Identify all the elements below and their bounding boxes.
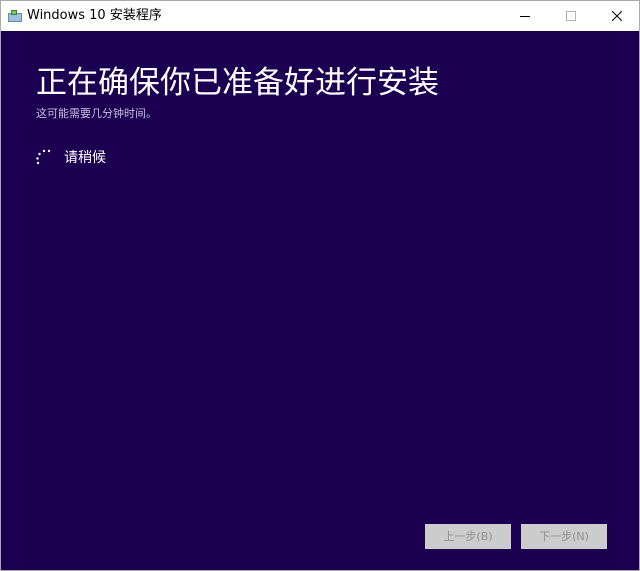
maximize-button[interactable] [548,1,594,31]
setup-window: Windows 10 安装程序 正在确保你已准备好进行安装 这可能需要几分钟时间… [0,0,640,571]
minimize-icon [520,16,530,17]
back-button[interactable]: 上一步(B) [425,524,511,549]
setup-app-icon [8,10,22,22]
close-icon [612,11,622,21]
window-title: Windows 10 安装程序 [27,8,162,23]
page-subheading: 这可能需要几分钟时间。 [36,107,157,120]
loading-spinner-icon [36,149,51,165]
status-text: 请稍候 [64,150,106,166]
close-button[interactable] [594,1,639,31]
minimize-button[interactable] [502,1,548,31]
next-button[interactable]: 下一步(N) [521,524,607,549]
maximize-icon [566,11,576,21]
title-bar[interactable]: Windows 10 安装程序 [1,1,639,31]
page-heading: 正在确保你已准备好进行安装 [36,65,439,101]
setup-content-panel: 正在确保你已准备好进行安装 这可能需要几分钟时间。 请稍候 上一步(B) 下一步… [1,31,639,570]
